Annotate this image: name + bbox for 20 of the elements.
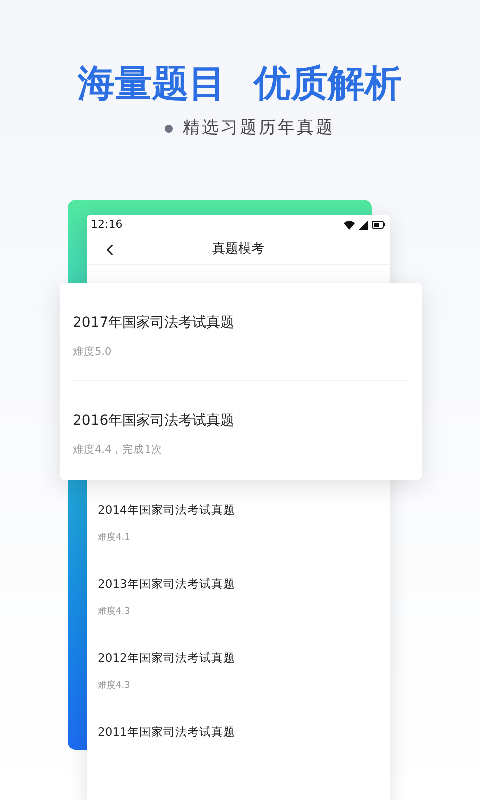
headline: 海量题目 (78, 62, 226, 106)
exam-title[interactable]: 2016年国家司法考试真题 (73, 411, 235, 431)
bullet-icon (165, 124, 173, 133)
exam-detail: 难度4.3 (98, 681, 130, 691)
exam-title[interactable]: 2012年国家司法考试真题 (98, 651, 236, 665)
battery-icon (372, 221, 386, 229)
status-time: 12:16 (91, 216, 123, 233)
exam-title[interactable]: 2014年国家司法考试真题 (98, 503, 236, 517)
wifi-icon (344, 220, 355, 230)
exam-title[interactable]: 2013年国家司法考试真题 (98, 577, 236, 591)
exam-detail: 难度4.3 (98, 607, 130, 617)
signal-icon (359, 220, 368, 230)
subtitle: 精选习题历年真题 (183, 117, 335, 140)
screen-title: 真题模考 (212, 240, 264, 259)
exam-detail: 难度4.1 (98, 533, 130, 543)
headline: 优质解析 (254, 62, 402, 106)
exam-detail: 难度5.0 (73, 345, 112, 359)
exam-title[interactable]: 2017年国家司法考试真题 (73, 313, 235, 333)
exam-title[interactable]: 2011年国家司法考试真题 (98, 725, 236, 739)
exam-detail: 难度4.4，完成1次 (73, 443, 162, 457)
